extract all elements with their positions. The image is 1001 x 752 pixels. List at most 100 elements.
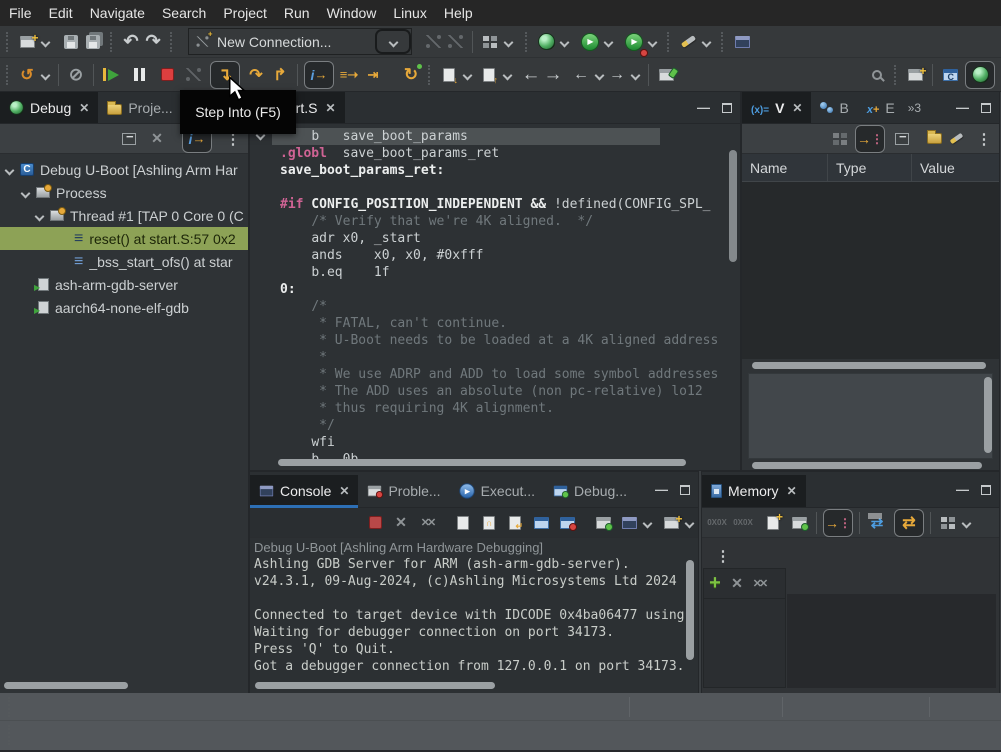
tab-debugger-console[interactable]: Debug... <box>544 475 636 507</box>
menu-linux[interactable]: Linux <box>393 5 426 21</box>
layout-chevron[interactable] <box>961 518 971 528</box>
close-icon[interactable]: ✕ <box>339 484 349 498</box>
connection-combo[interactable]: + New Connection... <box>188 28 412 55</box>
open-console-chevron[interactable] <box>684 518 694 528</box>
pin-editor-button[interactable] <box>655 63 677 87</box>
tree-item-launch[interactable]: C Debug U-Boot [Ashling Arm Har <box>0 158 248 181</box>
toolbar-drag-handle[interactable] <box>6 65 12 85</box>
display-selected-console-button[interactable] <box>592 511 614 535</box>
show-logical-structure-button[interactable] <box>855 125 885 153</box>
open-perspective-button[interactable]: + <box>904 63 926 87</box>
suspend-button[interactable] <box>128 63 150 87</box>
last-edit-dropdown-chevron[interactable] <box>462 70 472 80</box>
tree-item-stack-frame[interactable]: _bss_start_ofs() at star <box>0 250 248 273</box>
skip-all-breakpoints-button[interactable] <box>65 63 87 87</box>
menu-run[interactable]: Run <box>284 5 310 21</box>
tab-memory[interactable]: Memory ✕ <box>702 475 806 507</box>
expand-chevron[interactable] <box>20 188 30 198</box>
tree-item-stack-frame-selected[interactable]: reset() at start.S:57 0x2 <box>0 227 248 250</box>
export-memory-button[interactable] <box>788 511 810 535</box>
disconnect-button[interactable] <box>182 63 204 87</box>
forward-button[interactable] <box>606 63 628 87</box>
memory-renderings-pane[interactable] <box>787 594 996 688</box>
toggle-split-button[interactable] <box>823 509 853 537</box>
open-console-view-button[interactable] <box>731 30 753 54</box>
collapse-all-button[interactable] <box>118 127 140 151</box>
menu-window[interactable]: Window <box>327 5 377 21</box>
layout-button[interactable] <box>937 511 959 535</box>
step-return-button[interactable] <box>269 63 291 87</box>
run-launch-button[interactable] <box>579 30 601 54</box>
c-cpp-perspective-button[interactable]: C <box>939 63 961 87</box>
undo-button[interactable] <box>120 30 142 54</box>
toolbar-drag-handle[interactable] <box>170 32 176 52</box>
edit-variable-button[interactable] <box>945 127 967 151</box>
tab-breakpoints[interactable]: B <box>811 92 857 123</box>
toolbar-drag-handle[interactable] <box>428 65 434 85</box>
toolbar-drag-handle[interactable] <box>525 32 531 52</box>
tab-console[interactable]: Console ✕ <box>250 475 358 507</box>
open-console-history-button[interactable] <box>618 511 640 535</box>
instruction-stepping-button[interactable] <box>304 61 334 89</box>
resume-button[interactable] <box>100 63 122 87</box>
minimize-icon[interactable] <box>697 99 710 117</box>
show-on-stdout-button[interactable] <box>556 511 578 535</box>
maximize-icon[interactable] <box>722 103 732 113</box>
toolbar-drag-handle[interactable] <box>667 32 673 52</box>
detail-hscrollbar[interactable] <box>752 462 982 469</box>
console-vscrollbar[interactable] <box>686 560 694 660</box>
step-history-button[interactable] <box>16 63 38 87</box>
next-edit-location-button[interactable]: ↑ <box>478 63 500 87</box>
minimize-icon[interactable] <box>956 99 969 117</box>
remove-all-terminated-button[interactable] <box>416 511 438 535</box>
build-dropdown-chevron[interactable] <box>503 37 513 47</box>
marker-dropdown-chevron[interactable] <box>701 37 711 47</box>
variables-table-body[interactable] <box>742 182 999 359</box>
console-hscrollbar[interactable] <box>255 682 495 689</box>
tab-expressions[interactable]: E <box>858 92 904 123</box>
tree-item-process[interactable]: Process <box>0 181 248 204</box>
run-dropdown-chevron[interactable] <box>603 37 613 47</box>
close-icon[interactable]: ✕ <box>787 484 797 498</box>
tab-problems[interactable]: Proble... <box>358 475 449 507</box>
edit-connection-button[interactable] <box>422 30 444 54</box>
tab-variables[interactable]: V ✕ <box>742 92 811 123</box>
debug-hscrollbar[interactable] <box>4 682 128 689</box>
editor-content[interactable]: b save_boot_params.globl save_boot_param… <box>272 128 728 460</box>
pin-console-button[interactable] <box>530 511 552 535</box>
menu-project[interactable]: Project <box>223 5 267 21</box>
remove-all-terminated-button[interactable] <box>146 127 168 151</box>
expand-chevron[interactable] <box>4 165 14 175</box>
maximize-icon[interactable] <box>981 103 991 113</box>
tab-executables[interactable]: Execut... <box>450 475 544 507</box>
word-wrap-button[interactable]: ↵ <box>504 511 526 535</box>
reset-target-button[interactable] <box>400 63 422 87</box>
terminate-button[interactable] <box>156 63 178 87</box>
detail-vscrollbar[interactable] <box>984 377 992 453</box>
back-dropdown-chevron[interactable] <box>594 70 604 80</box>
tab-overflow-chevron[interactable]: »3 <box>904 92 925 123</box>
last-edit-location-button[interactable]: ↓ <box>438 63 460 87</box>
save-button[interactable] <box>60 30 82 54</box>
save-all-button[interactable] <box>82 30 104 54</box>
maximize-icon[interactable] <box>981 485 991 495</box>
close-icon[interactable]: ✕ <box>325 101 335 115</box>
add-memory-monitor-button[interactable] <box>704 572 726 596</box>
hex-address-button[interactable] <box>706 511 728 535</box>
remove-all-monitors-button[interactable] <box>748 572 770 596</box>
external-tools-dropdown-chevron[interactable] <box>647 37 657 47</box>
collapse-all-button[interactable] <box>891 127 913 151</box>
step-over-button[interactable] <box>245 63 267 87</box>
remove-launch-button[interactable] <box>390 511 412 535</box>
new-wizard-button[interactable]: + <box>16 30 38 54</box>
next-edit-dropdown-chevron[interactable] <box>502 70 512 80</box>
menu-search[interactable]: Search <box>162 5 206 21</box>
switch-memory-monitor-button[interactable] <box>866 511 888 535</box>
close-icon[interactable]: ✕ <box>79 101 89 115</box>
tab-project-explorer[interactable]: Proje... <box>98 92 181 123</box>
console-history-chevron[interactable] <box>642 518 652 528</box>
variables-hscrollbar[interactable] <box>752 362 986 369</box>
editor-vscrollbar[interactable] <box>729 150 737 262</box>
forward-dropdown-chevron[interactable] <box>630 70 640 80</box>
mark-occurrences-button[interactable] <box>677 30 699 54</box>
